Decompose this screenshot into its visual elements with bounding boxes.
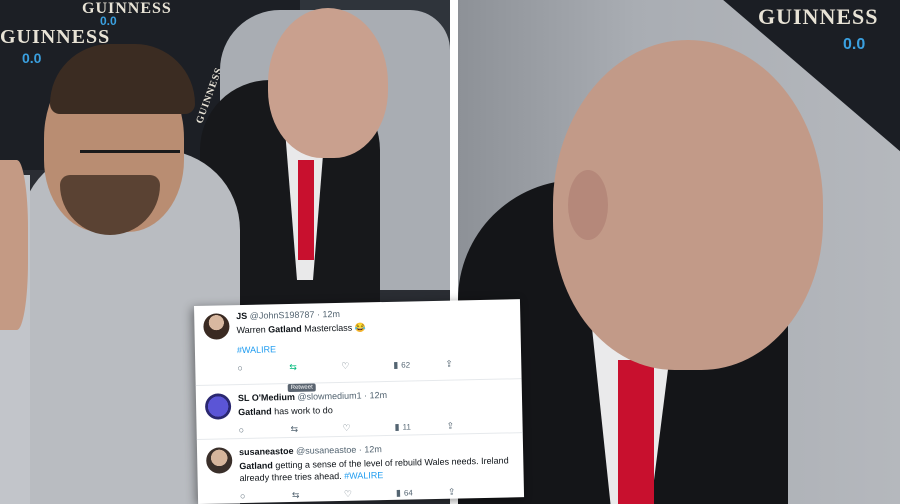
- heart-icon: ♡: [343, 488, 353, 499]
- tweet-author-handle[interactable]: @JohnS198787: [250, 309, 315, 320]
- coach-head: [268, 8, 388, 158]
- tweet-text-highlight: Gatland: [268, 323, 302, 335]
- coach-tie-right: [618, 360, 654, 504]
- tweet-author-handle[interactable]: @susaneastoe: [296, 445, 356, 456]
- reply-button[interactable]: ○: [237, 362, 289, 373]
- tweet-author-name[interactable]: SL O'Medium: [238, 392, 295, 403]
- heart-icon: ♡: [342, 422, 351, 433]
- views-count: 64: [403, 487, 413, 498]
- tweet-text-highlight: Gatland: [239, 460, 273, 472]
- bar-chart-icon: ▮: [395, 487, 402, 498]
- reply-button[interactable]: ○: [238, 424, 291, 435]
- tweet-author-name[interactable]: susaneastoe: [239, 446, 294, 457]
- tweet-item[interactable]: SL O'Medium @slowmedium1 · 12m Gatland h…: [195, 379, 523, 440]
- tweet-text-highlight: Gatland: [238, 406, 272, 418]
- tweet-screenshot-card: JS @JohnS198787 · 12m Warren Gatland Mas…: [194, 299, 525, 504]
- retweet-button[interactable]: ⇆: [292, 489, 344, 499]
- tweet-author-handle[interactable]: @slowmedium1: [297, 391, 361, 402]
- right-photo: GUINNESS 0.0: [458, 0, 900, 504]
- tweet-text: Gatland getting a sense of the level of …: [239, 454, 513, 484]
- avatar[interactable]: [204, 393, 232, 420]
- sponsor-logo-text-2: GUINNESS: [82, 0, 172, 17]
- tweet-text-part: Warren: [236, 324, 269, 336]
- heart-icon: ♡: [341, 360, 350, 371]
- tweet-text-part: has work to do: [271, 405, 333, 417]
- reply-button[interactable]: ○: [240, 490, 292, 500]
- sponsor-logo-subtext-2: 0.0: [100, 14, 117, 28]
- retweet-icon: ⇆: [289, 361, 297, 372]
- bar-chart-icon: ▮: [393, 359, 399, 370]
- glasses: [80, 150, 180, 169]
- tweet-text: Warren Gatland Masterclass 😂: [236, 318, 510, 336]
- coach-ear-right: [568, 170, 608, 240]
- share-button[interactable]: ⇪: [446, 420, 498, 430]
- bar-chart-icon: ▮: [394, 421, 400, 432]
- tweet-item[interactable]: susaneastoe @susaneastoe · 12m Gatland g…: [197, 433, 524, 504]
- tweet-time[interactable]: 12m: [369, 390, 387, 400]
- share-icon: ⇪: [445, 358, 453, 369]
- reply-icon: ○: [237, 362, 243, 373]
- views-count: 11: [402, 421, 411, 432]
- retweet-icon: ⇆: [291, 489, 300, 500]
- sponsor-logo-text-right: GUINNESS: [758, 4, 879, 29]
- views-button[interactable]: ▮ 11: [394, 421, 446, 431]
- tweet-item[interactable]: JS @JohnS198787 · 12m Warren Gatland Mas…: [194, 299, 522, 393]
- views-count: 62: [401, 359, 411, 370]
- reply-icon: ○: [238, 424, 245, 435]
- sponsor-logo-subtext: 0.0: [22, 50, 42, 66]
- reply-icon: ○: [239, 490, 246, 501]
- sponsor-logo-subtext-right: 0.0: [843, 36, 866, 53]
- share-button[interactable]: ⇪: [445, 358, 497, 368]
- share-icon: ⇪: [446, 420, 455, 431]
- tweet-text-part: Masterclass 😂: [301, 322, 366, 334]
- person-head-edge: [0, 160, 28, 330]
- like-button[interactable]: ♡: [342, 422, 394, 432]
- retweet-button[interactable]: ⇆: [289, 361, 341, 371]
- views-button[interactable]: ▮ 64: [396, 487, 448, 497]
- tweet-time[interactable]: 12m: [364, 444, 382, 454]
- tweet-author-name[interactable]: JS: [236, 311, 247, 321]
- share-button[interactable]: ⇪: [448, 486, 500, 496]
- tweet-actions: ○ ⇆ ♡ ▮ 62 ⇪: [237, 354, 511, 376]
- views-button[interactable]: ▮ 62: [393, 359, 445, 369]
- hashtag-link[interactable]: #WALIRE: [237, 344, 276, 355]
- tweet-time[interactable]: 12m: [322, 309, 340, 319]
- share-icon: ⇪: [447, 486, 456, 497]
- tweet-hashtag-line: #WALIRE: [237, 338, 511, 356]
- avatar[interactable]: [205, 447, 233, 474]
- retweet-button[interactable]: ⇆: [290, 423, 343, 434]
- avatar[interactable]: [203, 313, 230, 340]
- like-button[interactable]: ♡: [341, 360, 393, 370]
- retweet-icon: ⇆: [290, 423, 299, 434]
- tweet-text: Gatland has work to do: [238, 400, 512, 418]
- like-button[interactable]: ♡: [344, 488, 396, 498]
- coach-tie: [298, 160, 314, 260]
- hashtag-link[interactable]: #WALIRE: [344, 470, 383, 481]
